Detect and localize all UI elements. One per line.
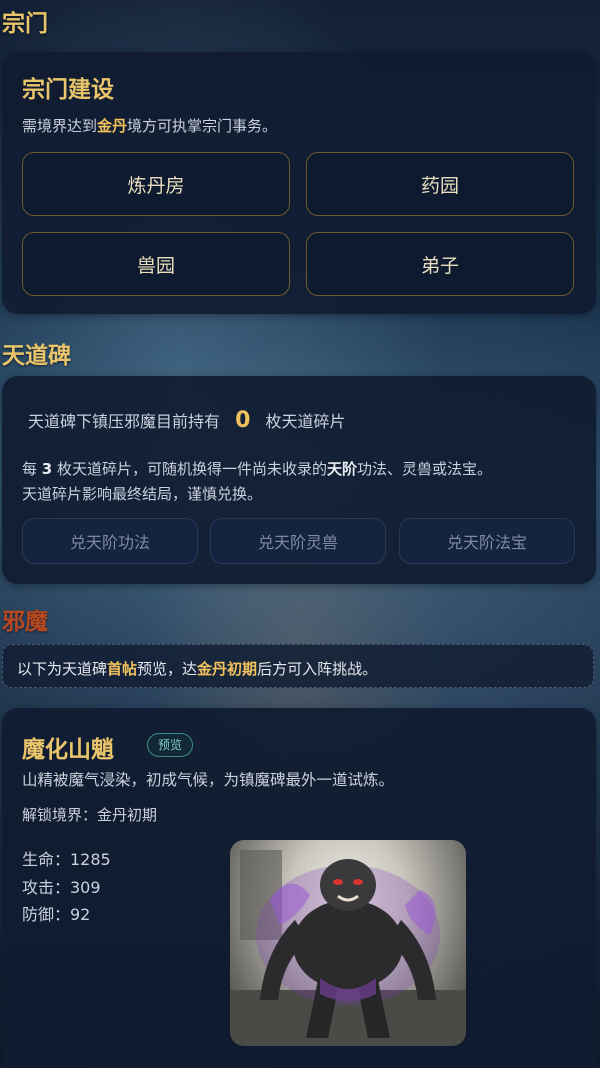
preview-badge: 预览 — [147, 733, 194, 757]
unlock-realm: 解锁境界：金丹初期 — [22, 806, 158, 824]
fragment-count: 0 — [235, 408, 251, 433]
monster-description: 山精被魔气浸染，初成气候，为镇魔碑最外一道试炼。 — [22, 771, 395, 789]
sect-construction-card: 宗门建设 需境界达到金丹境方可执掌宗门事务。 炼丹房 药园 兽园 弟子 — [2, 52, 596, 314]
fragment-count-line: 天道碑下镇压邪魔目前持有 0 枚天道碎片 — [28, 408, 346, 433]
exchange-technique-button[interactable]: 兑天阶功法 — [22, 518, 198, 564]
section-title-stele: 天道碑 — [2, 343, 71, 369]
herb-garden-button[interactable]: 药园 — [306, 152, 574, 216]
realm-highlight: 金丹 — [97, 117, 128, 135]
sect-requirement-text: 需境界达到金丹境方可执掌宗门事务。 — [22, 117, 278, 135]
section-title-sect: 宗门 — [2, 11, 48, 37]
disciples-button[interactable]: 弟子 — [306, 232, 574, 296]
card-title: 宗门建设 — [22, 77, 114, 103]
monster-portrait-icon — [230, 840, 466, 1046]
exchange-warning-line: 天道碎片影响最终结局，谨慎兑换。 — [22, 485, 263, 503]
monster-name: 魔化山魈 — [22, 737, 114, 763]
stat-hp: 生命：1285 — [22, 850, 111, 869]
evil-notice-text: 以下为天道碑首帖预览，达金丹初期后方可入阵挑战。 — [17, 660, 378, 678]
section-title-evil: 邪魔 — [2, 609, 48, 635]
exchange-treasure-button[interactable]: 兑天阶法宝 — [399, 518, 575, 564]
monster-portrait-svg — [230, 850, 466, 1046]
stat-attack: 攻击：309 — [22, 878, 101, 897]
exchange-beast-button[interactable]: 兑天阶灵兽 — [210, 518, 386, 564]
monster-card: 魔化山魈 预览 山精被魔气浸染，初成气候，为镇魔碑最外一道试炼。 解锁境界：金丹… — [2, 708, 596, 1068]
stele-card: 天道碑下镇压邪魔目前持有 0 枚天道碎片 每 3 枚天道碎片，可随机换得一件尚未… — [2, 376, 596, 584]
evil-notice-bar: 以下为天道碑首帖预览，达金丹初期后方可入阵挑战。 — [2, 644, 594, 688]
beast-garden-button[interactable]: 兽园 — [22, 232, 290, 296]
exchange-rule-line: 每 3 枚天道碎片，可随机换得一件尚未收录的天阶功法、灵兽或法宝。 — [22, 460, 493, 478]
alchemy-room-button[interactable]: 炼丹房 — [22, 152, 290, 216]
stat-defense: 防御：92 — [22, 905, 91, 924]
